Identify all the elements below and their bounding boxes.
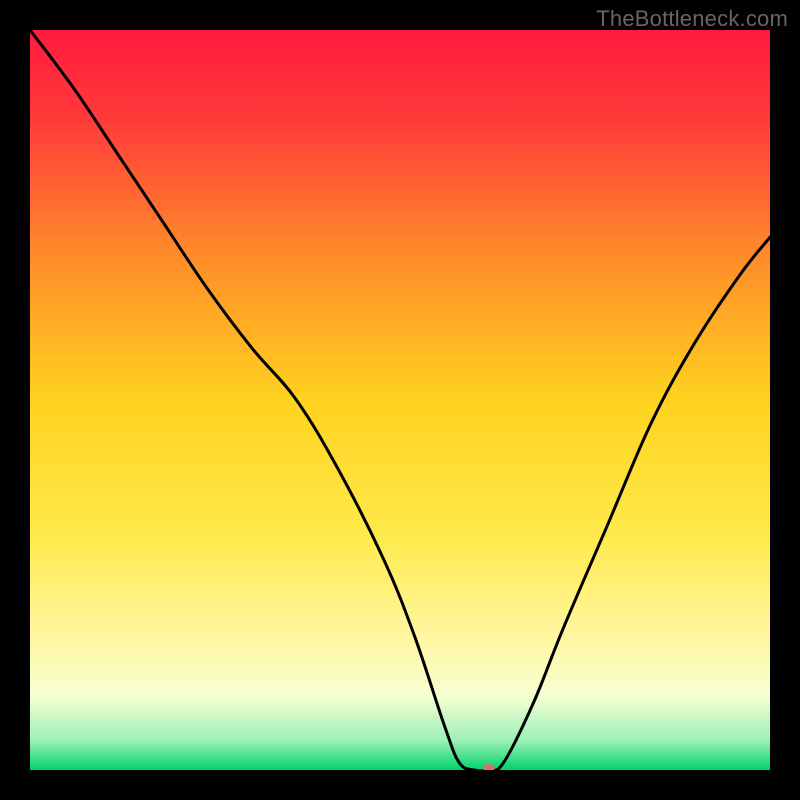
watermark-text: TheBottleneck.com — [596, 6, 788, 32]
chart-svg — [30, 30, 770, 770]
gradient-background — [30, 30, 770, 770]
chart-frame: TheBottleneck.com — [0, 0, 800, 800]
plot-area — [30, 30, 770, 770]
